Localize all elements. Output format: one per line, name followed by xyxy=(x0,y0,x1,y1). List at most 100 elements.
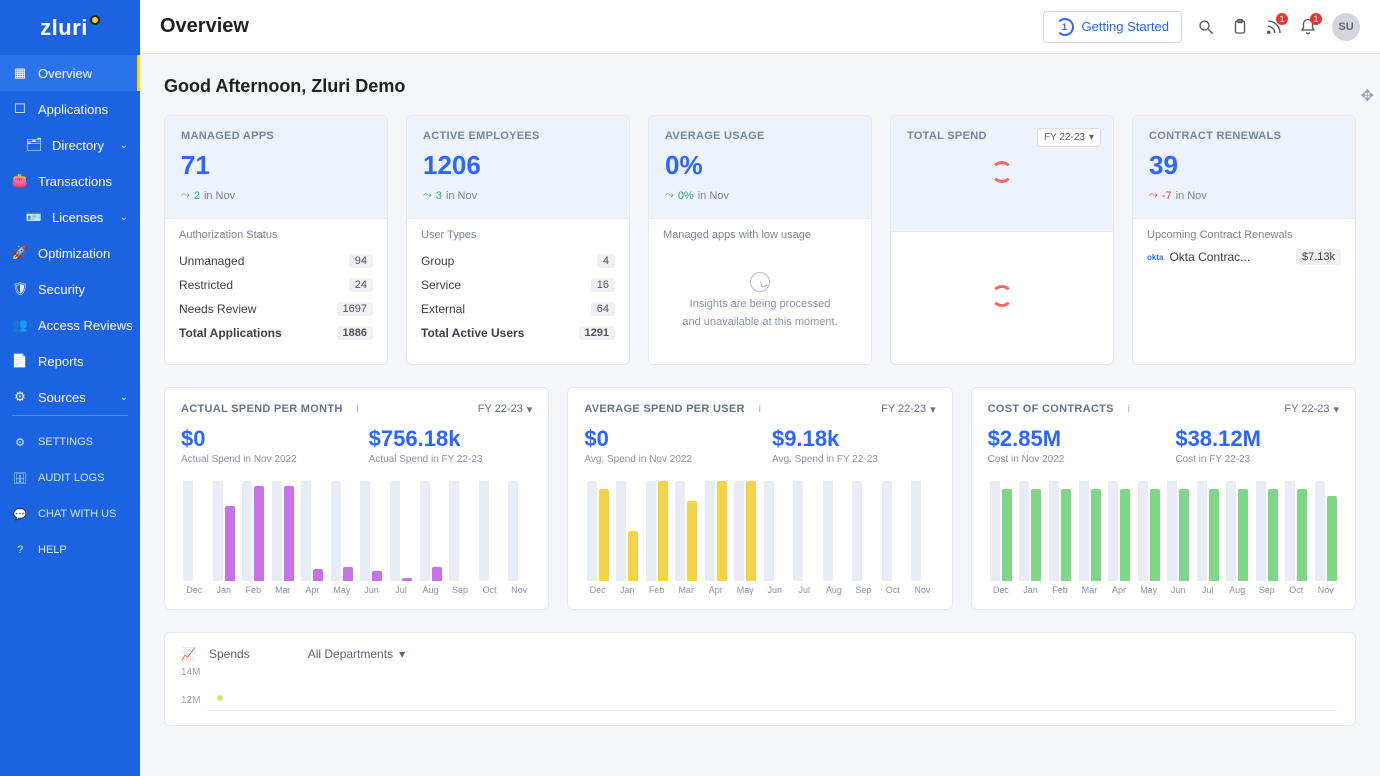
info-icon[interactable]: i xyxy=(1122,402,1136,416)
bar-label: Oct xyxy=(886,585,900,595)
bar-column: Aug xyxy=(417,481,444,595)
sidebar-item-licenses[interactable]: 🪪Licenses⌄ xyxy=(0,199,140,235)
chart-title: COST OF CONTRACTS xyxy=(988,403,1114,415)
brand-text: zluri xyxy=(40,15,88,41)
spend-tab[interactable]: Spends xyxy=(209,647,250,661)
card-active-employees: ACTIVE EMPLOYEES 1206 ⤳3in Nov User Type… xyxy=(406,115,630,365)
bar-chart: DecJanFebMarAprMayJunJulAugSepOctNov xyxy=(584,475,935,595)
bar-label: May xyxy=(1140,585,1157,595)
bar-budget xyxy=(1049,481,1059,581)
sidebar-item-security[interactable]: 🛡Security xyxy=(0,271,140,307)
bar-cost xyxy=(1031,489,1041,581)
info-icon[interactable]: i xyxy=(351,402,365,416)
bar-actual xyxy=(372,571,382,581)
bar-budget xyxy=(852,481,862,581)
getting-started-button[interactable]: Getting Started xyxy=(1043,11,1182,43)
bar-cost xyxy=(1268,489,1278,581)
bar-label: May xyxy=(737,585,754,595)
bar-column: Jan xyxy=(1017,481,1044,595)
sidebar-item-reports[interactable]: 📄Reports xyxy=(0,343,140,379)
bar-budget xyxy=(823,481,833,581)
bar-budget xyxy=(508,481,518,581)
bar-budget xyxy=(1226,481,1236,581)
stat-row[interactable]: Group4 xyxy=(421,249,615,273)
sources-icon: ⚙ xyxy=(12,389,28,405)
sidebar-item-directory[interactable]: 🗂Directory⌄ xyxy=(0,127,140,163)
sidebar-item-transactions[interactable]: 👛Transactions xyxy=(0,163,140,199)
sidebar-footer-audit-logs[interactable]: 🗄AUDIT LOGS xyxy=(0,460,140,496)
stat-row[interactable]: Restricted24 xyxy=(179,273,373,297)
bar-label: Nov xyxy=(914,585,930,595)
bar-cost xyxy=(1327,496,1337,581)
fy-selector[interactable]: FY 22-23 ▾ xyxy=(478,403,533,416)
bar-avg xyxy=(687,501,697,581)
bar-column: Jun xyxy=(358,481,385,595)
bar-actual xyxy=(402,578,412,581)
bar-column: Jul xyxy=(388,481,415,595)
bar-budget xyxy=(646,481,656,581)
bar-label: Mar xyxy=(275,585,291,595)
sidebar-item-label: SETTINGS xyxy=(38,436,93,448)
grid-icon: ▦ xyxy=(12,65,28,81)
getting-started-label: Getting Started xyxy=(1082,19,1169,34)
bar-column: Feb xyxy=(240,481,267,595)
chat-icon: 💬 xyxy=(12,506,28,522)
fy-selector[interactable]: FY 22-23 ▾ xyxy=(881,403,936,416)
fy-selector[interactable]: FY 22-23▾ xyxy=(1037,128,1101,147)
move-handle-icon[interactable]: ✥ xyxy=(1361,86,1374,106)
bar-label: Jan xyxy=(620,585,635,595)
bar-column: Dec xyxy=(181,481,208,595)
sidebar-item-label: Licenses xyxy=(52,210,103,225)
stat-total: Total Active Users1291 xyxy=(421,321,615,345)
bar-budget xyxy=(1167,481,1177,581)
bar-column: Mar xyxy=(673,481,700,595)
bar-column: Jul xyxy=(791,481,818,595)
help-icon: ? xyxy=(12,542,28,558)
department-selector[interactable]: All Departments ▾ xyxy=(308,647,405,661)
sidebar-item-access-reviews[interactable]: 👥Access Reviews xyxy=(0,307,140,343)
search-icon[interactable] xyxy=(1196,17,1216,37)
sidebar-item-label: Applications xyxy=(38,102,108,117)
sidebar-item-overview[interactable]: ▦Overview xyxy=(0,55,140,91)
renewal-item[interactable]: okta Okta Contrac... $7.13k xyxy=(1147,249,1341,265)
info-icon[interactable]: i xyxy=(753,402,767,416)
trend-up-icon: ⤳ xyxy=(181,189,190,202)
bar-label: Aug xyxy=(423,585,439,595)
bar-actual xyxy=(432,567,442,581)
bar-label: Mar xyxy=(678,585,694,595)
bar-column: Nov xyxy=(1313,481,1340,595)
sidebar-item-applications[interactable]: ☐Applications xyxy=(0,91,140,127)
bar-column: Jun xyxy=(762,481,789,595)
bar-budget xyxy=(360,481,370,581)
y-tick: 14M xyxy=(181,667,200,678)
bar-chart: DecJanFebMarAprMayJunJulAugSepOctNov xyxy=(181,475,532,595)
stat-row[interactable]: External64 xyxy=(421,297,615,321)
bell-icon[interactable]: 1 xyxy=(1298,17,1318,37)
sidebar-footer-help[interactable]: ?HELP xyxy=(0,532,140,568)
sidebar-footer-settings[interactable]: ⚙SETTINGS xyxy=(0,424,140,460)
bar-budget xyxy=(1138,481,1148,581)
bar-column: May xyxy=(329,481,356,595)
bar-cost xyxy=(1061,489,1071,581)
bar-column: Aug xyxy=(821,481,848,595)
bar-cost xyxy=(1179,489,1189,581)
feed-icon[interactable]: 1 xyxy=(1264,17,1284,37)
sidebar-item-optimization[interactable]: 🚀Optimization xyxy=(0,235,140,271)
bar-label: Jan xyxy=(1023,585,1038,595)
stat-row[interactable]: Needs Review1697 xyxy=(179,297,373,321)
bar-avg xyxy=(599,489,609,581)
content-area: Good Afternoon, Zluri Demo ✥ MANAGED APP… xyxy=(140,54,1380,776)
sidebar-footer-chat-with-us[interactable]: 💬CHAT WITH US xyxy=(0,496,140,532)
bar-column: Jan xyxy=(614,481,641,595)
sidebar-item-sources[interactable]: ⚙Sources⌄ xyxy=(0,379,140,407)
avatar[interactable]: SU xyxy=(1332,13,1360,41)
stat-row[interactable]: Service16 xyxy=(421,273,615,297)
clipboard-icon[interactable] xyxy=(1230,17,1250,37)
chevron-down-icon: ▾ xyxy=(1089,132,1094,143)
bar-label: Jul xyxy=(799,585,811,595)
fy-selector[interactable]: FY 22-23 ▾ xyxy=(1284,403,1339,416)
metric-sublabel: Actual Spend in Nov 2022 xyxy=(181,454,345,465)
bar-avg xyxy=(717,481,727,581)
stat-row[interactable]: Unmanaged94 xyxy=(179,249,373,273)
bar-label: Jul xyxy=(1202,585,1214,595)
